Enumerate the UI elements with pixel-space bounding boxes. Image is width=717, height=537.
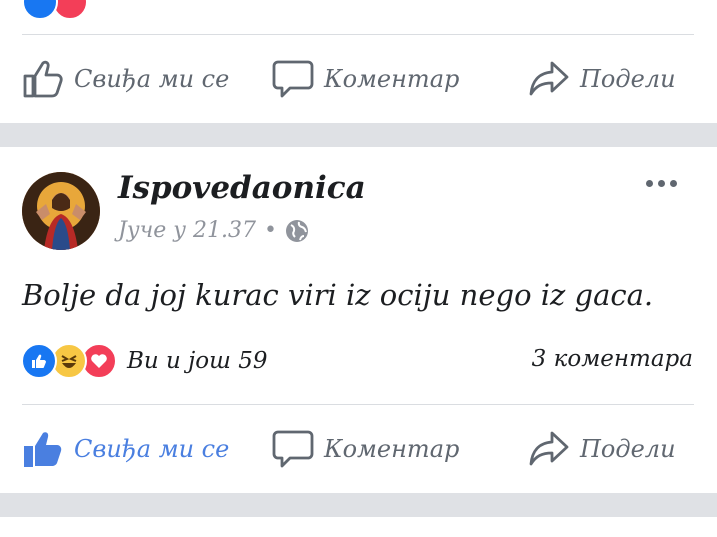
reaction-count: Ви и још 59 <box>127 348 268 374</box>
comment-count[interactable]: 3 коментара <box>532 346 693 372</box>
more-dot <box>658 180 665 187</box>
more-dot <box>670 180 677 187</box>
action-bar: Свиђа ми се Коментар Подели <box>0 35 717 123</box>
share-arrow-icon <box>529 431 569 466</box>
feed-separator <box>0 123 717 147</box>
post-meta: Јуче у 21.37 • <box>118 218 309 243</box>
reactions-summary[interactable]: Ви и још 59 <box>21 343 268 379</box>
like-label: Свиђа ми се <box>74 435 230 463</box>
like-button[interactable]: Свиђа ми се <box>22 35 229 123</box>
comment-label: Коментар <box>324 435 460 463</box>
comment-button[interactable]: Коментар <box>272 405 459 493</box>
feed-separator <box>0 493 717 517</box>
comment-button[interactable]: Коментар <box>272 35 459 123</box>
post-text: Bolje da joj kurac viri iz ociju nego iz… <box>22 278 654 312</box>
like-reaction-icon <box>22 0 58 20</box>
action-bar: Свиђа ми се Коментар Подели <box>0 405 717 493</box>
post-timestamp[interactable]: Јуче у 21.37 <box>118 218 256 243</box>
comment-icon <box>272 430 314 468</box>
like-label: Свиђа ми се <box>74 65 230 93</box>
more-options-icon[interactable] <box>646 180 677 187</box>
share-arrow-icon <box>529 61 569 96</box>
share-button[interactable]: Подели <box>528 405 676 493</box>
more-dot <box>646 180 653 187</box>
comment-label: Коментар <box>324 65 460 93</box>
share-label: Подели <box>580 65 676 93</box>
meta-separator: • <box>264 218 277 243</box>
page-avatar[interactable] <box>22 172 100 250</box>
globe-icon <box>286 219 308 242</box>
share-button[interactable]: Подели <box>528 35 676 123</box>
avatar-image <box>22 172 100 250</box>
thumbs-up-icon <box>23 60 63 98</box>
like-button[interactable]: Свиђа ми се <box>22 405 229 493</box>
comment-icon <box>272 60 314 98</box>
like-reaction-icon <box>21 343 57 379</box>
previous-post-reactions-clipped <box>22 0 88 20</box>
page-name[interactable]: Ispovedaonica <box>118 170 366 206</box>
share-label: Подели <box>580 435 676 463</box>
thumbs-up-icon <box>24 432 62 467</box>
